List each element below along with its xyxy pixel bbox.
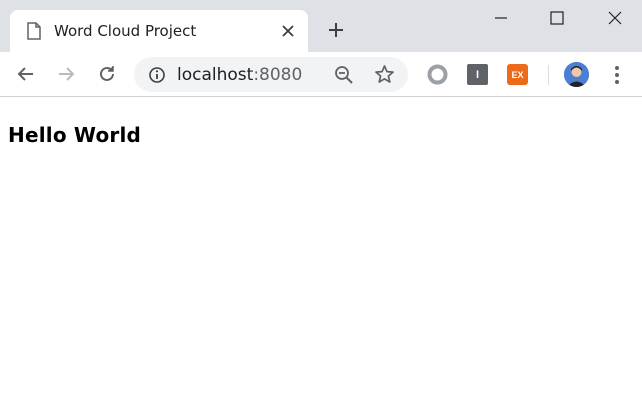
gray-extension-icon[interactable]: I [467, 64, 488, 85]
url-host: localhost [177, 65, 254, 85]
toolbar-divider [548, 65, 549, 85]
zoom-out-icon[interactable] [334, 65, 354, 85]
minimize-icon [495, 17, 507, 19]
close-icon[interactable] [280, 23, 296, 39]
arrow-right-icon [59, 67, 75, 81]
bookmark-star-icon[interactable] [374, 64, 395, 85]
plus-icon [329, 23, 343, 37]
document-icon [26, 22, 42, 40]
page-content: Hello World [0, 98, 642, 418]
kebab-menu-icon [615, 66, 619, 84]
profile-avatar[interactable] [564, 62, 589, 87]
more-menu-button[interactable] [606, 63, 628, 87]
reload-icon [100, 66, 114, 81]
arrow-left-icon [17, 67, 33, 81]
browser-tab[interactable]: Word Cloud Project [10, 10, 308, 52]
close-window-button[interactable] [586, 0, 642, 36]
reload-button[interactable] [95, 62, 119, 86]
ex-extension-icon[interactable]: EX [507, 64, 528, 85]
close-window-icon [608, 11, 622, 25]
circle-extension-icon[interactable] [427, 64, 448, 85]
back-button[interactable] [14, 62, 38, 86]
page-heading: Hello World [8, 123, 142, 147]
info-icon[interactable] [148, 66, 166, 84]
tab-title: Word Cloud Project [54, 22, 197, 40]
maximize-icon [550, 11, 564, 25]
forward-button[interactable] [54, 62, 78, 86]
tab-strip: Word Cloud Project [0, 0, 642, 52]
minimize-button[interactable] [472, 0, 530, 36]
maximize-button[interactable] [528, 0, 586, 36]
address-bar[interactable]: localhost:8080 [134, 57, 408, 92]
url-port: :8080 [253, 65, 303, 85]
ex-extension-label: EX [507, 64, 528, 85]
new-tab-button[interactable] [326, 20, 346, 40]
browser-toolbar: localhost:8080 I EX [0, 52, 642, 97]
url-text[interactable]: localhost:8080 [177, 65, 302, 85]
gray-extension-label: I [467, 64, 488, 85]
